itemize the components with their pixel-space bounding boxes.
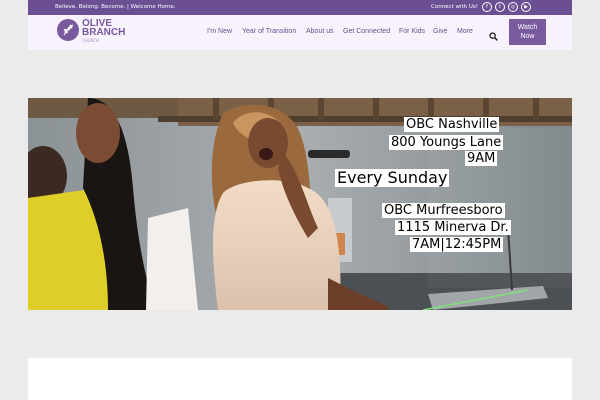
- search-icon[interactable]: [489, 26, 498, 45]
- nav-item-year-of-transition[interactable]: Year of Transition: [242, 28, 296, 35]
- facebook-icon[interactable]: f: [482, 2, 492, 12]
- site-header: OLIVE BRANCH CHURCH I'm New Year of Tran…: [28, 15, 572, 50]
- caption-schedule: Every Sunday: [335, 168, 450, 187]
- caption-location-2-name: OBC Murfreesboro: [382, 203, 505, 218]
- nav-item-for-kids[interactable]: For Kids: [399, 28, 425, 35]
- caption-location-1-address: 800 Youngs Lane: [389, 135, 504, 150]
- watch-now-line-2: Now: [520, 33, 535, 40]
- nav-item-more[interactable]: More: [457, 28, 473, 35]
- top-bar: Believe. Belong. Become. | Welcome Home.…: [28, 0, 572, 15]
- logo-line-3: CHURCH: [82, 38, 100, 43]
- caption-location-2-address: 1115 Minerva Dr.: [395, 220, 511, 235]
- hero-slide[interactable]: OBC Nashville 800 Youngs Lane 9AM Every …: [28, 98, 572, 310]
- watch-now-button[interactable]: Watch Now: [509, 19, 546, 45]
- caption-location-1-name: OBC Nashville: [404, 117, 500, 132]
- olive-branch-logo-icon: [57, 19, 79, 41]
- twitter-icon[interactable]: t: [495, 2, 505, 12]
- instagram-icon[interactable]: ◎: [508, 2, 518, 12]
- content-section: [28, 358, 572, 400]
- nav-item-give[interactable]: Give: [433, 28, 447, 35]
- nav-item-get-connected[interactable]: Get Connected: [343, 28, 390, 35]
- nav-item-im-new[interactable]: I'm New: [207, 28, 232, 35]
- youtube-icon[interactable]: ▶: [521, 2, 531, 12]
- logo-line-2: BRANCH: [82, 27, 126, 38]
- connect-label: Connect with Us!: [430, 4, 478, 10]
- tagline: Believe. Belong. Become. | Welcome Home.: [55, 4, 176, 10]
- caption-location-2-time: 7AM|12:45PM: [410, 237, 504, 252]
- nav-item-about-us[interactable]: About us: [306, 28, 334, 35]
- logo-wordmark: OLIVE BRANCH: [82, 19, 126, 38]
- caption-location-1-time: 9AM: [465, 151, 498, 166]
- watch-now-line-1: Watch: [517, 24, 538, 31]
